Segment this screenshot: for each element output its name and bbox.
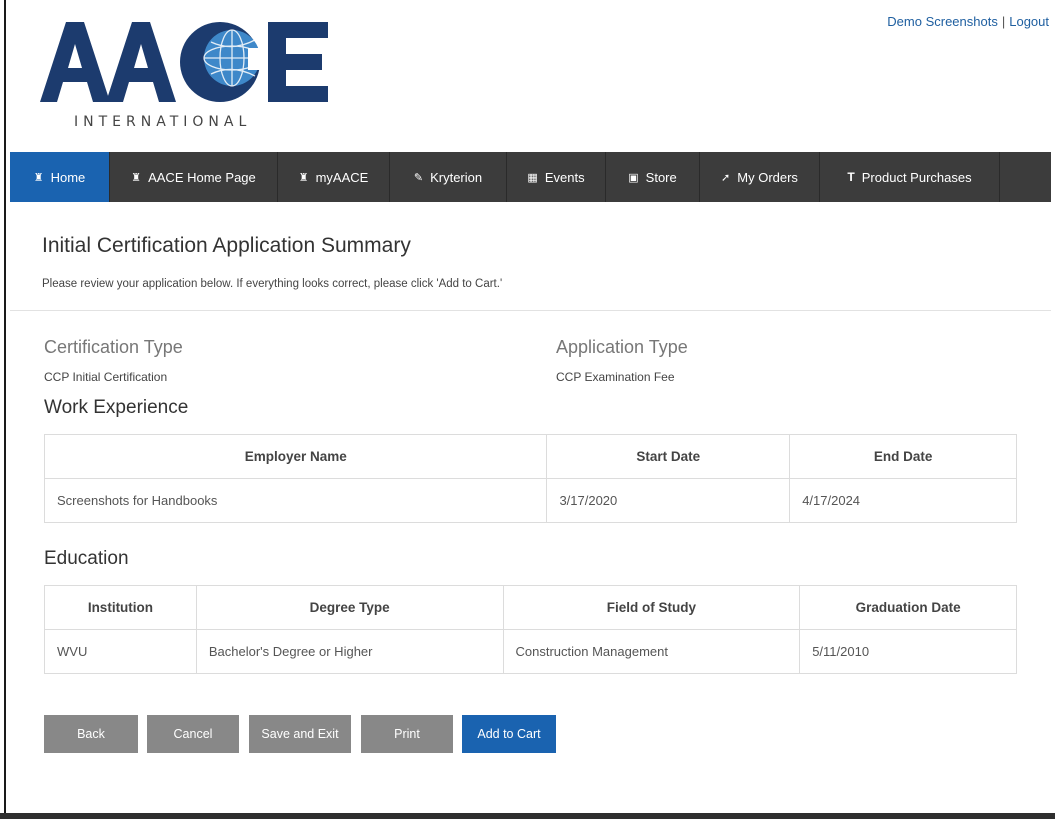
nav-item-store[interactable]: ▣ Store (606, 152, 700, 202)
link-separator: | (1001, 14, 1006, 29)
nav-item-my-orders[interactable]: ➚ My Orders (700, 152, 820, 202)
pushpin-icon: ➚ (721, 171, 731, 184)
column-header: Start Date (546, 434, 791, 479)
add-to-cart-button[interactable]: Add to Cart (462, 715, 556, 753)
calendar-icon: ▦ (527, 171, 538, 184)
column-header: End Date (789, 434, 1017, 479)
table-cell: Screenshots for Handbooks (43, 478, 548, 523)
back-button[interactable]: Back (44, 715, 138, 753)
home-icon: ♜ (131, 171, 142, 184)
application-type-value: CCP Examination Fee (556, 370, 675, 384)
cart-icon: ▣ (628, 171, 639, 184)
table-cell: Construction Management (502, 629, 801, 674)
nav-item-events[interactable]: ▦ Events (507, 152, 606, 202)
print-button[interactable]: Print (361, 715, 453, 753)
footer-bar (0, 813, 1055, 819)
main-nav: ♜ Home ♜ AACE Home Page ♜ myAACE ✎ Kryterion… (10, 152, 1051, 202)
certification-type-value: CCP Initial Certification (44, 370, 168, 384)
nav-item-kryterion[interactable]: ✎ Kryterion (390, 152, 507, 202)
table-cell: 5/11/2010 (799, 629, 1017, 674)
logout-link[interactable]: Logout (1009, 14, 1049, 29)
column-header: Graduation Date (799, 585, 1017, 630)
edit-icon: ✎ (413, 171, 424, 184)
page-instructions: Please review your application below. If… (42, 278, 503, 290)
table-cell: 3/17/2020 (546, 478, 791, 523)
work-experience-table: Employer Name Start Date End Date Screen… (43, 434, 1017, 523)
column-header: Field of Study (502, 585, 801, 630)
demo-screenshots-link[interactable]: Demo Screenshots (887, 14, 998, 29)
table-cell: WVU (44, 629, 197, 674)
nav-label: Product Purchases (861, 169, 972, 185)
nav-item-home[interactable]: ♜ Home (10, 152, 110, 202)
education-heading: Education (44, 548, 129, 569)
column-header: Employer Name (43, 434, 548, 479)
table-cell: 4/17/2024 (789, 478, 1017, 523)
save-and-exit-button[interactable]: Save and Exit (249, 715, 351, 753)
nav-label: myAACE (315, 169, 369, 185)
nav-label: Kryterion (430, 169, 483, 185)
nav-label: AACE Home Page (148, 169, 256, 185)
table-header-row: Employer Name Start Date End Date (43, 434, 1017, 479)
logo-subtitle: INTERNATIONAL (74, 114, 252, 130)
table-cell: Bachelor's Degree or Higher (195, 629, 504, 674)
education-table: Institution Degree Type Field of Study G… (44, 585, 1017, 674)
home-icon: ♜ (33, 171, 44, 184)
nav-label: Events (544, 169, 585, 185)
nav-label: Home (50, 169, 86, 185)
cancel-button[interactable]: Cancel (147, 715, 239, 753)
aace-logo[interactable]: INTERNATIONAL (36, 18, 336, 136)
column-header: Degree Type (195, 585, 504, 630)
divider (10, 310, 1051, 311)
work-experience-heading: Work Experience (44, 397, 189, 418)
nav-item-myaace[interactable]: ♜ myAACE (278, 152, 390, 202)
table-row: WVU Bachelor's Degree or Higher Construc… (44, 629, 1017, 674)
table-row: Screenshots for Handbooks 3/17/2020 4/17… (43, 478, 1017, 523)
nav-item-product-purchases[interactable]: T Product Purchases (820, 152, 1000, 202)
page-title: Initial Certification Application Summar… (42, 234, 411, 257)
top-links: Demo Screenshots | Logout (887, 14, 1049, 29)
column-header: Institution (44, 585, 197, 630)
nav-item-aace-home-page[interactable]: ♜ AACE Home Page (110, 152, 278, 202)
home-icon: ♜ (298, 171, 309, 184)
text-height-icon: T (847, 170, 855, 184)
nav-label: My Orders (737, 169, 798, 185)
nav-label: Store (645, 169, 677, 185)
table-header-row: Institution Degree Type Field of Study G… (44, 585, 1017, 630)
certification-type-label: Certification Type (44, 337, 183, 357)
application-type-label: Application Type (556, 337, 688, 357)
